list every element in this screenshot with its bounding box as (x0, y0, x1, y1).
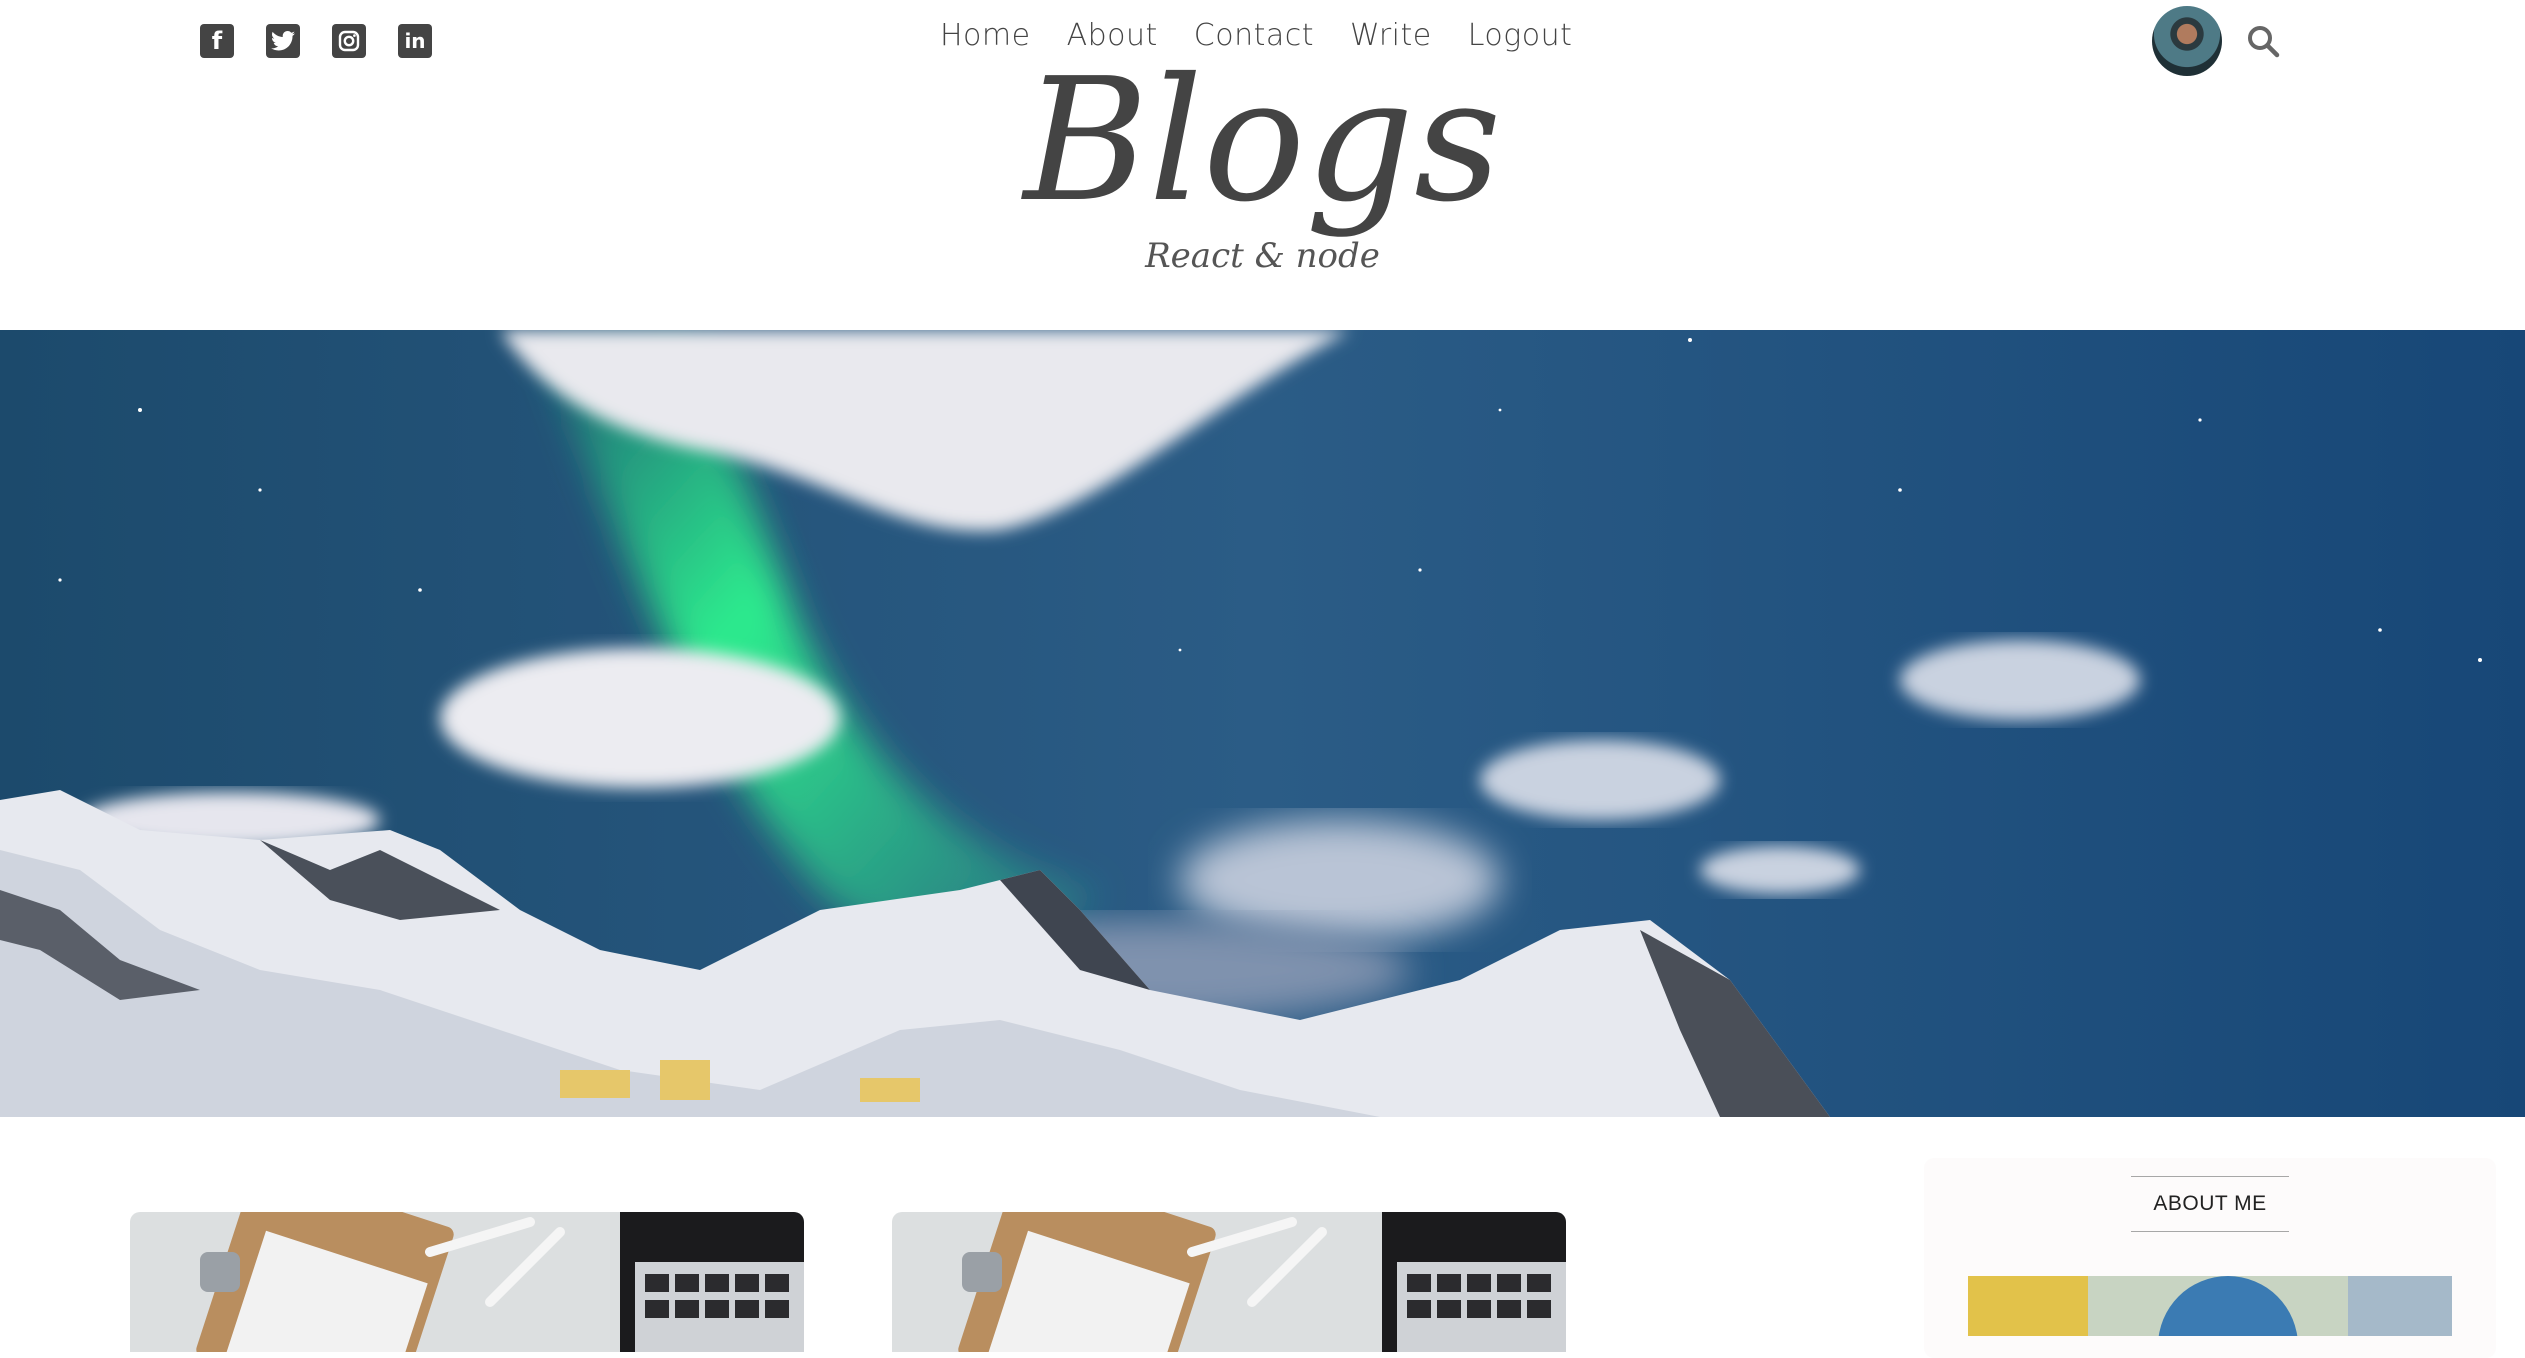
site-subtitle: React & node (1145, 236, 1380, 276)
post-card-image[interactable] (892, 1212, 1566, 1352)
site-title: Blogs (1023, 42, 1502, 240)
hero-image (0, 330, 2525, 1117)
about-me-image (1968, 1276, 2452, 1336)
sidebar: ABOUT ME (1924, 1158, 2496, 1358)
sidebar-title: ABOUT ME (2131, 1176, 2289, 1232)
post-card-image[interactable] (130, 1212, 804, 1352)
